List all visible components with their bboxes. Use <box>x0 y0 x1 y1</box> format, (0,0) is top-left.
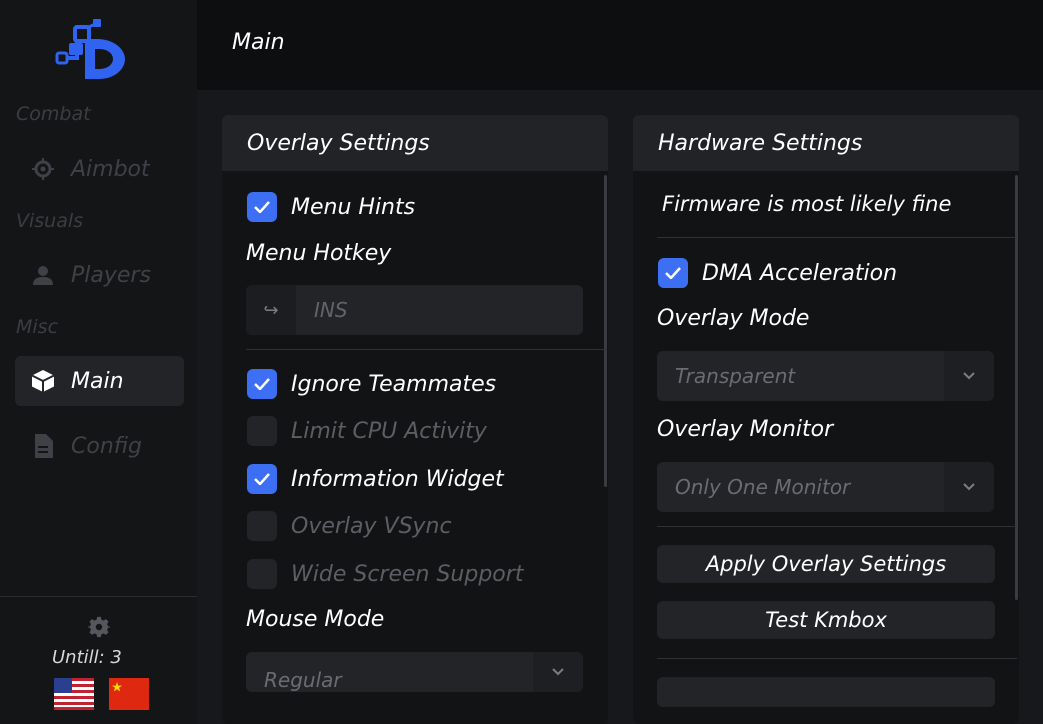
cube-icon <box>31 369 55 393</box>
checkbox[interactable] <box>247 416 277 446</box>
section-label-combat: Combat <box>16 103 91 125</box>
divider <box>657 237 1017 238</box>
menu-hotkey-label: Menu Hotkey <box>246 241 392 266</box>
document-icon <box>31 434 55 458</box>
checkbox-label: Ignore Teammates <box>291 371 497 397</box>
checkbox[interactable] <box>247 559 277 589</box>
test-kmbox-button[interactable]: Test Kmbox <box>657 601 995 639</box>
checkbox-label: Information Widget <box>291 466 504 492</box>
select-value: Regular <box>264 668 342 692</box>
section-label-visuals: Visuals <box>16 210 84 232</box>
partial-button[interactable] <box>657 677 995 707</box>
checkbox[interactable] <box>247 369 277 399</box>
scrollbar[interactable] <box>604 175 607 487</box>
cn-flag-icon[interactable] <box>109 678 149 710</box>
checkbox[interactable] <box>658 258 688 288</box>
limit-cpu-toggle[interactable]: Limit CPU Activity <box>247 416 487 446</box>
overlay-mode-select[interactable]: Transparent <box>657 351 994 401</box>
user-icon <box>31 263 55 287</box>
license-remaining: Untill: 3 <box>52 647 122 668</box>
chevron-down-icon <box>944 351 994 401</box>
sidebar-item-label: Players <box>71 262 151 288</box>
dma-acceleration-toggle[interactable]: DMA Acceleration <box>658 258 897 288</box>
hardware-settings-panel: Hardware Settings Firmware is most likel… <box>633 115 1019 724</box>
checkbox[interactable] <box>247 464 277 494</box>
sidebar-item-players[interactable]: Players <box>15 250 184 300</box>
hotkey-arrow-icon: ↪ <box>246 285 296 335</box>
wide-screen-toggle[interactable]: Wide Screen Support <box>247 559 523 589</box>
menu-hints-toggle[interactable]: Menu Hints <box>247 192 415 222</box>
hotkey-value: INS <box>314 298 348 322</box>
sidebar-item-config[interactable]: Config <box>15 421 184 471</box>
information-widget-toggle[interactable]: Information Widget <box>247 464 504 494</box>
checkbox-label: Limit CPU Activity <box>291 418 487 444</box>
overlay-vsync-toggle[interactable]: Overlay VSync <box>247 511 452 541</box>
app-logo <box>55 19 125 79</box>
select-value: Only One Monitor <box>675 475 851 499</box>
menu-hotkey-input[interactable]: ↪ INS <box>246 285 583 335</box>
sidebar-item-label: Aimbot <box>71 156 150 182</box>
sidebar-divider <box>0 596 197 597</box>
scrollbar[interactable] <box>1015 175 1018 600</box>
divider <box>657 658 1017 659</box>
select-value: Transparent <box>675 364 796 388</box>
checkbox-label: Menu Hints <box>291 194 416 220</box>
chevron-down-icon <box>533 652 583 692</box>
panel-title: Hardware Settings <box>633 115 1019 171</box>
panel-title: Overlay Settings <box>222 115 608 171</box>
overlay-monitor-label: Overlay Monitor <box>657 417 834 442</box>
gear-icon[interactable] <box>88 616 110 638</box>
chevron-down-icon <box>944 462 994 512</box>
firmware-status: Firmware is most likely fine <box>662 192 952 216</box>
section-label-misc: Misc <box>16 316 59 338</box>
page-title: Main <box>232 30 285 55</box>
sidebar-item-aimbot[interactable]: Aimbot <box>15 144 184 194</box>
checkbox-label: DMA Acceleration <box>702 260 898 286</box>
overlay-monitor-select[interactable]: Only One Monitor <box>657 462 994 512</box>
checkbox[interactable] <box>247 192 277 222</box>
main-content: Overlay Settings Menu Hints Menu Hotkey … <box>197 90 1043 724</box>
mouse-mode-select[interactable]: Regular <box>246 652 583 692</box>
overlay-settings-panel: Overlay Settings Menu Hints Menu Hotkey … <box>222 115 608 724</box>
us-flag-icon[interactable] <box>54 678 94 710</box>
checkbox-label: Wide Screen Support <box>291 561 524 587</box>
sidebar-item-main[interactable]: Main <box>15 356 184 406</box>
header-bar <box>197 0 1043 90</box>
sidebar-item-label: Main <box>71 368 124 394</box>
apply-overlay-settings-button[interactable]: Apply Overlay Settings <box>657 545 995 583</box>
overlay-mode-label: Overlay Mode <box>657 306 810 331</box>
crosshair-icon <box>31 157 55 181</box>
checkbox-label: Overlay VSync <box>291 513 452 539</box>
sidebar-item-label: Config <box>71 433 142 459</box>
divider <box>657 526 1017 527</box>
mouse-mode-label: Mouse Mode <box>246 607 385 632</box>
checkbox[interactable] <box>247 511 277 541</box>
divider <box>246 349 606 350</box>
sidebar: Combat Aimbot Visuals Players Misc Main … <box>0 0 197 724</box>
ignore-teammates-toggle[interactable]: Ignore Teammates <box>247 369 496 399</box>
